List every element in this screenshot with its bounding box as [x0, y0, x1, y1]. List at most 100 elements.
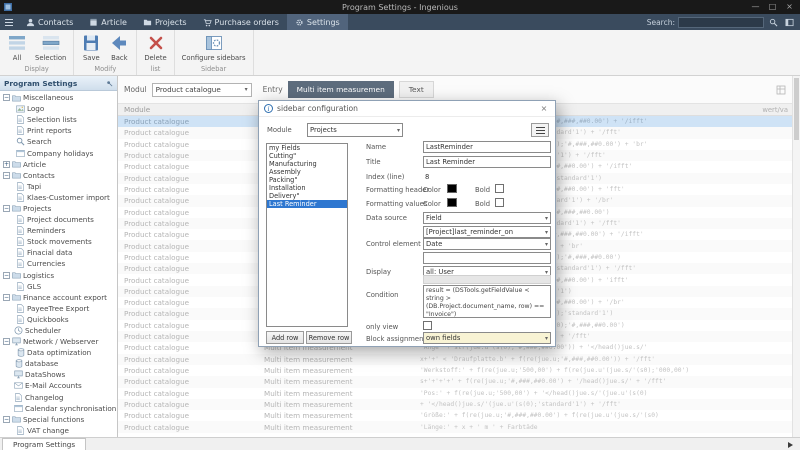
layout-icon[interactable]	[776, 85, 786, 95]
search-icon[interactable]	[767, 16, 780, 29]
table-row[interactable]: Product catalogueMulti item measurement'…	[118, 365, 792, 376]
close-icon[interactable]: ×	[781, 0, 798, 14]
tab-purchase-orders[interactable]: Purchase orders	[195, 14, 287, 30]
tab-contacts[interactable]: Contacts	[18, 14, 81, 30]
tree-item-article[interactable]: +Article	[0, 159, 117, 170]
tree-item-klaes-customer-import[interactable]: Klaes-Customer import	[0, 192, 117, 203]
header-color-swatch[interactable]	[447, 184, 457, 193]
all-button[interactable]: All	[3, 31, 31, 62]
tab-text[interactable]: Text	[399, 81, 434, 98]
tree-item-selection-lists[interactable]: Selection lists	[0, 114, 117, 125]
remove-row-button[interactable]: Remove row	[306, 331, 352, 344]
statusbar-tab-program-settings[interactable]: Program Settings	[2, 438, 86, 450]
field-list-item-last-reminder[interactable]: Last Reminder	[267, 200, 347, 208]
tree-item-print-reports[interactable]: Print reports	[0, 125, 117, 136]
tree-item-calendar-synchronisation[interactable]: Calendar synchronisation	[0, 403, 117, 414]
collapse-icon[interactable]: −	[3, 294, 10, 301]
tab-multi-item-measurement[interactable]: Multi item measuremen	[288, 81, 394, 98]
data-source-field-select[interactable]: [Project]last_reminder_on ▾	[423, 226, 551, 238]
tree-item-logistics[interactable]: −Logistics	[0, 270, 117, 281]
tree-item-finacial-data[interactable]: Finacial data	[0, 247, 117, 258]
app-menu-icon[interactable]	[0, 14, 18, 30]
tree-item-network-webserver[interactable]: −Network / Webserver	[0, 336, 117, 347]
tree-item-currencies[interactable]: Currencies	[0, 258, 117, 269]
pin-icon[interactable]	[106, 80, 113, 87]
tree-item-reminders[interactable]: Reminders	[0, 225, 117, 236]
field-list-item-assembly[interactable]: Assembly	[267, 168, 347, 176]
title-field[interactable]: Last Reminder	[423, 156, 551, 168]
tab-projects[interactable]: Projects	[135, 14, 195, 30]
tree-item-data-optimization[interactable]: Data optimization	[0, 347, 117, 358]
resize-grip-icon[interactable]	[788, 442, 793, 448]
module-select[interactable]: Product catalogue ▾	[152, 83, 252, 97]
name-field[interactable]: LastReminder	[423, 141, 551, 153]
tree-item-gls[interactable]: GLS	[0, 281, 117, 292]
field-list-item-manufacturing[interactable]: Manufacturing	[267, 160, 347, 168]
control-element-extra-field[interactable]	[423, 252, 551, 264]
dialog-module-select[interactable]: Projects ▾	[307, 123, 403, 137]
tree-item-vat-change[interactable]: VAT change	[0, 425, 117, 436]
values-bold-checkbox[interactable]	[495, 198, 504, 207]
collapse-icon[interactable]: −	[3, 94, 10, 101]
table-row[interactable]: Product catalogueMulti item measurement+…	[118, 399, 792, 410]
tab-settings[interactable]: Settings	[287, 14, 348, 30]
tree-item-contacts[interactable]: −Contacts	[0, 170, 117, 181]
only-view-checkbox[interactable]	[423, 321, 432, 330]
tree-item-changelog[interactable]: Changelog	[0, 392, 117, 403]
table-row[interactable]: Product catalogueMulti item measurement'…	[118, 388, 792, 399]
block-assignment-select[interactable]: own fields ▾	[423, 332, 551, 344]
tree-item-logo[interactable]: Logo	[0, 103, 117, 114]
maximize-icon[interactable]: □	[764, 0, 781, 14]
collapse-icon[interactable]: −	[3, 338, 10, 345]
field-list-item-installation[interactable]: Installation	[267, 184, 347, 192]
tree-item-quickbooks[interactable]: Quickbooks	[0, 314, 117, 325]
tree-item-projects[interactable]: −Projects	[0, 203, 117, 214]
menu-icon[interactable]	[531, 123, 549, 137]
dialog-close-icon[interactable]: ×	[538, 104, 550, 113]
save-button[interactable]: Save	[77, 31, 105, 62]
configure-sidebars-button[interactable]: Configure sidebars	[178, 31, 250, 62]
collapse-icon[interactable]: −	[3, 205, 10, 212]
vertical-scrollbar[interactable]	[792, 76, 800, 437]
tree-item-finance-account-export[interactable]: −Finance account export	[0, 292, 117, 303]
field-list-item-cutting[interactable]: Cutting"	[267, 152, 347, 160]
tree-item-stock-movements[interactable]: Stock movements	[0, 236, 117, 247]
back-button[interactable]: Back	[105, 31, 133, 62]
tree-item-project-documents[interactable]: Project documents	[0, 214, 117, 225]
tree-item-e-mail-accounts[interactable]: E-Mail Accounts	[0, 380, 117, 391]
tree-item-datashows[interactable]: DataShows	[0, 369, 117, 380]
condition-textarea[interactable]: result = (DSTools.getFieldValue < string…	[423, 285, 551, 318]
delete-button[interactable]: Delete	[140, 31, 170, 62]
index-field[interactable]: 8	[423, 171, 551, 183]
table-row[interactable]: Product catalogueMulti item measurementx…	[118, 354, 792, 365]
field-list-item-packing[interactable]: Packing"	[267, 176, 347, 184]
tree-item-scheduler[interactable]: Scheduler	[0, 325, 117, 336]
add-row-button[interactable]: Add row	[266, 331, 304, 344]
minimize-icon[interactable]: —	[747, 0, 764, 14]
collapse-icon[interactable]: −	[3, 416, 10, 423]
tab-article[interactable]: Article	[81, 14, 135, 30]
field-list-item-my-fields[interactable]: my Fields	[267, 144, 347, 152]
tree-item-special-functions[interactable]: −Special functions	[0, 414, 117, 425]
tree-item-database[interactable]: database	[0, 358, 117, 369]
scrollbar-thumb[interactable]	[794, 78, 799, 140]
expand-icon[interactable]: +	[3, 161, 10, 168]
tree-item-tapi[interactable]: Tapi	[0, 181, 117, 192]
control-element-select[interactable]: Date ▾	[423, 238, 551, 250]
tree-item-payeetree-export[interactable]: PayeeTree Export	[0, 303, 117, 314]
tree-item-search[interactable]: Search	[0, 136, 117, 147]
table-row[interactable]: Product catalogueMulti item measurement'…	[118, 410, 792, 421]
header-bold-checkbox[interactable]	[495, 184, 504, 193]
tree-item-company-holidays[interactable]: Company holidays	[0, 147, 117, 158]
search-input[interactable]	[678, 17, 764, 28]
field-list-item-delivery[interactable]: Delivery"	[267, 192, 347, 200]
values-color-swatch[interactable]	[447, 198, 457, 207]
tree-item-miscellaneous[interactable]: −Miscellaneous	[0, 92, 117, 103]
table-row[interactable]: Product catalogueMulti item measurements…	[118, 376, 792, 387]
collapse-icon[interactable]: −	[3, 172, 10, 179]
table-row[interactable]: Product catalogueMulti item measurement'…	[118, 421, 792, 432]
column-header-module[interactable]: Module	[118, 105, 264, 114]
panel-icon[interactable]	[783, 16, 796, 29]
data-source-select[interactable]: Field ▾	[423, 212, 551, 224]
selection-button[interactable]: Selection	[31, 31, 70, 62]
